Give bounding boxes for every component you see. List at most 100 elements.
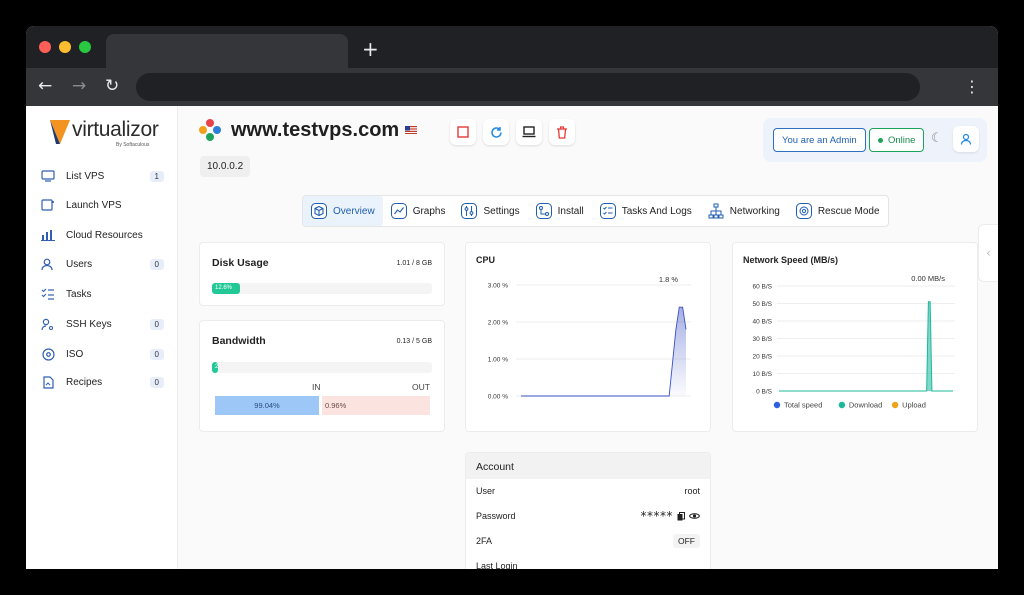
maximize-window-button[interactable] (79, 41, 91, 53)
tab-rescue-mode[interactable]: Rescue Mode (788, 196, 888, 226)
browser-tabbar: + (26, 26, 998, 68)
sidebar-item-tasks[interactable]: Tasks (40, 284, 164, 304)
sidebar-item-label: Tasks (66, 288, 92, 300)
install-icon (535, 203, 552, 219)
bandwidth-progress: 2 (212, 362, 432, 373)
sidebar-item-list-vps[interactable]: List VPS 1 (40, 166, 164, 186)
minimize-window-button[interactable] (59, 41, 71, 53)
restart-button[interactable] (483, 119, 509, 145)
tasks-icon (40, 287, 56, 301)
bandwidth-in-label: IN (312, 382, 321, 392)
tab-overview[interactable]: Overview (303, 196, 383, 226)
count-badge: 0 (149, 348, 164, 360)
tab-label: Graphs (412, 205, 446, 217)
disk-usage-value: 1.01 / 8 GB (396, 260, 432, 267)
trash-icon (557, 125, 567, 139)
count-badge: 1 (149, 170, 164, 182)
tab-label: Install (557, 205, 584, 217)
restart-icon (490, 126, 502, 138)
sidebar-item-label: List VPS (66, 170, 105, 182)
browser-tab[interactable] (106, 34, 348, 68)
virtualizor-logo[interactable]: virtualizor By Softaculous (50, 118, 160, 148)
sidebar: virtualizor By Softaculous List VPS 1 La… (26, 106, 178, 569)
logo-mark-icon (50, 120, 70, 144)
user-icon (960, 133, 972, 145)
key-user-icon (40, 317, 56, 331)
logo-text: virtualizor (72, 118, 159, 141)
browser-toolbar: ← → ↻ ⋮ (26, 68, 998, 106)
recipe-icon (40, 375, 56, 389)
sidebar-item-cloud-resources[interactable]: Cloud Resources (40, 225, 164, 245)
net-download-line (779, 301, 953, 392)
sidebar-item-launch-vps[interactable]: Launch VPS (40, 195, 164, 215)
tab-install[interactable]: Install (528, 196, 592, 226)
bandwidth-out-label: OUT (412, 382, 430, 392)
cpu-y-tick-label: 0.00 % (488, 394, 508, 401)
legend-marker (838, 401, 846, 409)
status-label: Online (888, 134, 916, 146)
count-badge: 0 (149, 376, 164, 388)
delete-button[interactable] (549, 119, 575, 145)
browser-menu-button[interactable]: ⋮ (964, 77, 980, 96)
tab-graphs[interactable]: Graphs (383, 196, 454, 226)
address-bar[interactable] (136, 73, 920, 101)
cpu-current-value: 1.8 % (659, 275, 679, 284)
vps-os-icon (199, 119, 221, 141)
eye-icon[interactable] (689, 512, 700, 520)
main-content: www.testvps.com 10.0.0.2 You are an Admi… (178, 106, 998, 569)
online-dot-icon (878, 137, 883, 143)
vps-tabs: Overview Graphs Settings Install Tasks A… (302, 195, 889, 227)
account-title: Account (476, 461, 514, 473)
app: virtualizor By Softaculous List VPS 1 La… (26, 106, 998, 569)
new-tab-button[interactable]: + (362, 37, 379, 61)
network-icon (708, 203, 724, 219)
admin-badge[interactable]: You are an Admin (773, 128, 866, 152)
tab-label: Tasks And Logs (621, 205, 692, 217)
legend-label: Download (849, 401, 882, 410)
line-graph-icon (390, 203, 407, 219)
legend-label: Upload (902, 401, 926, 410)
account-row-label: Last Login (476, 561, 518, 569)
sidebar-item-label: SSH Keys (66, 318, 112, 330)
account-row-2fa: 2FA OFF (476, 534, 700, 548)
tab-networking[interactable]: Networking (700, 196, 788, 226)
collapse-panel-button[interactable]: ‹ (978, 224, 998, 282)
sidebar-item-users[interactable]: Users 0 (40, 254, 164, 274)
sidebar-item-iso[interactable]: ISO 0 (40, 344, 164, 364)
back-button[interactable]: ← (38, 76, 52, 96)
net-y-tick-label: 20 B/S (752, 354, 772, 361)
moon-icon[interactable]: ☾ (931, 131, 943, 146)
sidebar-item-recipes[interactable]: Recipes 0 (40, 372, 164, 392)
close-window-button[interactable] (39, 41, 51, 53)
stop-button[interactable] (450, 119, 476, 145)
disk-usage-title: Disk Usage (212, 257, 269, 269)
network-speed-card: Network Speed (MB/s) 60 B/S 50 B/S 40 B/S 3… (732, 242, 978, 432)
copy-icon[interactable] (677, 511, 685, 521)
bandwidth-card: Bandwidth 0.13 / 5 GB 2 IN OUT 99.04% 0.… (199, 320, 445, 432)
sidebar-item-ssh-keys[interactable]: SSH Keys 0 (40, 314, 164, 334)
console-button[interactable] (516, 119, 542, 145)
tab-tasks-and-logs[interactable]: Tasks And Logs (592, 196, 700, 226)
vps-hostname: www.testvps.com (231, 119, 400, 141)
2fa-toggle[interactable]: OFF (673, 534, 700, 548)
bandwidth-in-bar: 99.04% (215, 396, 319, 415)
bandwidth-progress-fill: 2 (212, 362, 218, 373)
tab-settings[interactable]: Settings (453, 196, 527, 226)
net-y-tick-label: 10 B/S (752, 371, 772, 378)
cpu-area (521, 307, 686, 396)
account-row-last-login: Last Login (476, 561, 700, 569)
sidebar-item-label: ISO (66, 348, 84, 360)
admin-status-panel: You are an Admin Online ☾ (763, 118, 987, 162)
legend-marker (891, 401, 899, 409)
count-badge: 0 (149, 258, 164, 270)
account-row-password: Password ***** (476, 509, 700, 523)
bandwidth-out-bar: 0.96% (322, 396, 430, 415)
forward-button[interactable]: → (72, 76, 86, 96)
net-y-tick-label: 30 B/S (752, 336, 772, 343)
status-badge[interactable]: Online (869, 128, 925, 152)
reload-button[interactable]: ↻ (105, 76, 119, 96)
user-profile-button[interactable] (953, 126, 979, 152)
rescue-icon (795, 203, 812, 219)
box-icon (311, 203, 327, 219)
password-value: ***** (640, 509, 673, 523)
